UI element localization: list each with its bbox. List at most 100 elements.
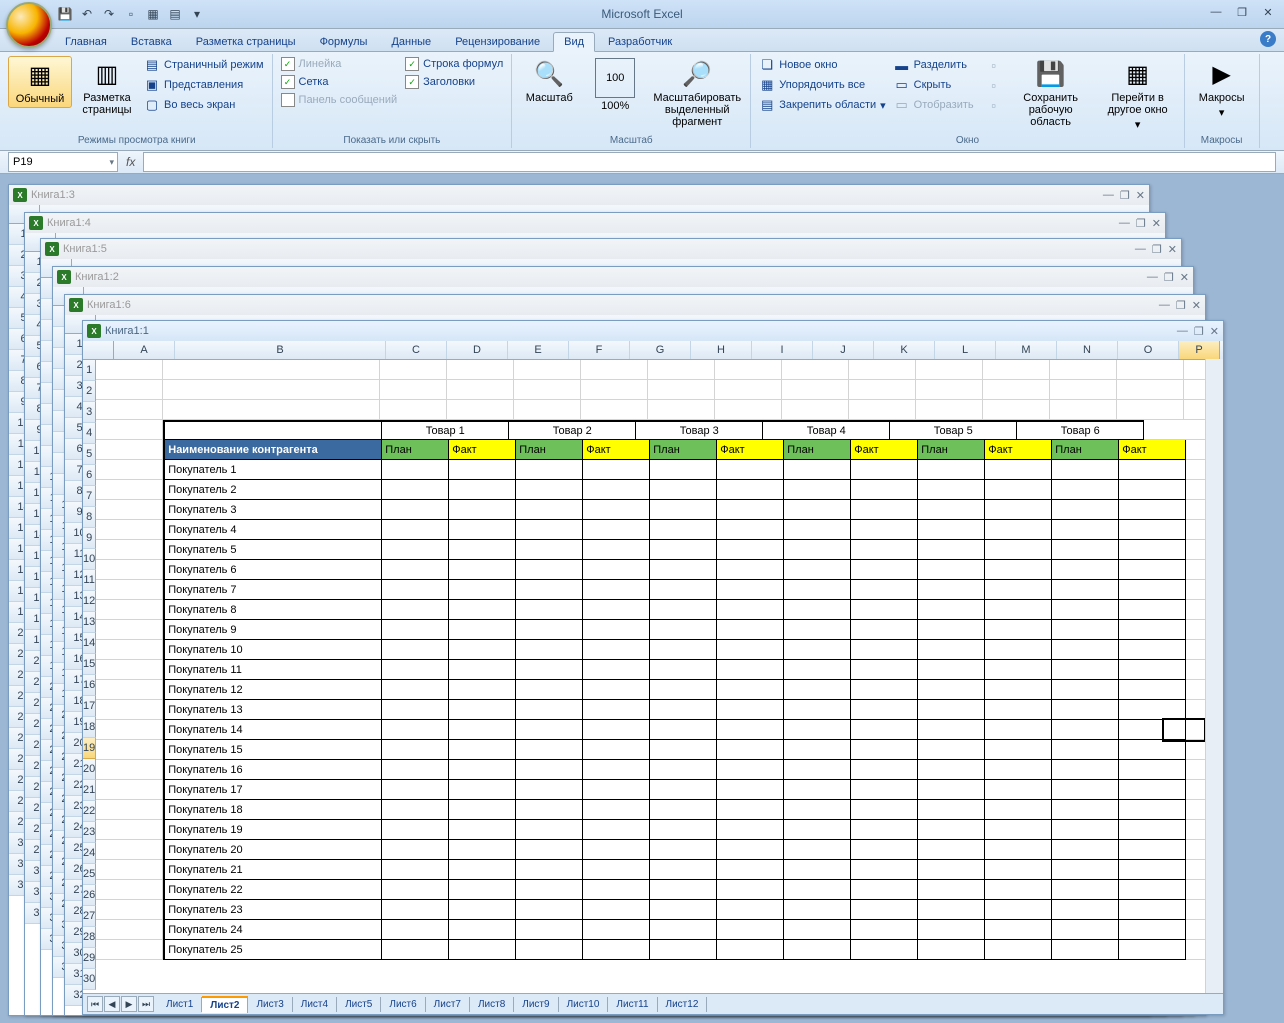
- cell[interactable]: [382, 580, 449, 600]
- cell[interactable]: [163, 380, 380, 400]
- cell[interactable]: [1052, 660, 1119, 680]
- row-header[interactable]: 2: [83, 381, 96, 402]
- cell[interactable]: [717, 860, 784, 880]
- cell[interactable]: Покупатель 13: [163, 700, 382, 720]
- cell[interactable]: [650, 460, 717, 480]
- cell[interactable]: [449, 820, 516, 840]
- cell[interactable]: [985, 620, 1052, 640]
- cell[interactable]: Покупатель 1: [163, 460, 382, 480]
- cell[interactable]: [382, 900, 449, 920]
- cell[interactable]: [784, 680, 851, 700]
- cell[interactable]: [983, 380, 1050, 400]
- cell[interactable]: [985, 740, 1052, 760]
- cell[interactable]: [1119, 820, 1186, 840]
- cell[interactable]: [918, 680, 985, 700]
- cell[interactable]: [1119, 480, 1186, 500]
- column-header[interactable]: I: [752, 341, 813, 359]
- sheet-tab[interactable]: Лист8: [470, 997, 514, 1012]
- cell[interactable]: [1052, 800, 1119, 820]
- cell[interactable]: [449, 780, 516, 800]
- ribbon-tab[interactable]: Вставка: [120, 32, 183, 51]
- row-header[interactable]: 23: [83, 822, 96, 843]
- cell[interactable]: Покупатель 5: [163, 540, 382, 560]
- cell[interactable]: [851, 680, 918, 700]
- cell[interactable]: [717, 800, 784, 820]
- cell[interactable]: [1119, 860, 1186, 880]
- row-header[interactable]: 1: [83, 360, 96, 381]
- cell[interactable]: [96, 900, 163, 920]
- cell[interactable]: [782, 400, 849, 420]
- cell[interactable]: [449, 580, 516, 600]
- cell[interactable]: [715, 400, 782, 420]
- cell[interactable]: [1052, 600, 1119, 620]
- cell[interactable]: [96, 540, 163, 560]
- row-header[interactable]: 18: [83, 717, 96, 738]
- cell[interactable]: [1052, 540, 1119, 560]
- cell[interactable]: [382, 700, 449, 720]
- cell[interactable]: Покупатель 15: [163, 740, 382, 760]
- cell[interactable]: [918, 920, 985, 940]
- cell[interactable]: [985, 940, 1052, 960]
- cell[interactable]: [851, 560, 918, 580]
- row-header[interactable]: 6: [83, 465, 96, 486]
- column-header[interactable]: G: [630, 341, 691, 359]
- cell[interactable]: [516, 720, 583, 740]
- cell[interactable]: [583, 920, 650, 940]
- cell[interactable]: [851, 640, 918, 660]
- cell[interactable]: [784, 620, 851, 640]
- cell[interactable]: [784, 760, 851, 780]
- cell[interactable]: [1052, 900, 1119, 920]
- cell[interactable]: [717, 700, 784, 720]
- qat-icon[interactable]: ▦: [144, 5, 162, 23]
- cell[interactable]: [784, 560, 851, 580]
- cell[interactable]: [717, 940, 784, 960]
- cell[interactable]: [918, 480, 985, 500]
- cell[interactable]: [1052, 460, 1119, 480]
- cell[interactable]: [583, 620, 650, 640]
- cell[interactable]: [717, 480, 784, 500]
- cell[interactable]: [918, 620, 985, 640]
- column-header[interactable]: F: [569, 341, 630, 359]
- cell[interactable]: [516, 580, 583, 600]
- cell[interactable]: [648, 380, 715, 400]
- cell[interactable]: [851, 600, 918, 620]
- cell[interactable]: [449, 920, 516, 940]
- cell[interactable]: [784, 600, 851, 620]
- cell[interactable]: [449, 880, 516, 900]
- cell[interactable]: [851, 660, 918, 680]
- cell[interactable]: [516, 880, 583, 900]
- cell[interactable]: [516, 860, 583, 880]
- cell[interactable]: [449, 480, 516, 500]
- cell[interactable]: [1119, 640, 1186, 660]
- cell[interactable]: [382, 800, 449, 820]
- cell[interactable]: [96, 460, 163, 480]
- cell[interactable]: [784, 640, 851, 660]
- sheet-tab[interactable]: Лист12: [658, 997, 708, 1012]
- cell[interactable]: [784, 660, 851, 680]
- close-button[interactable]: ✕: [1210, 325, 1219, 338]
- cell[interactable]: [918, 800, 985, 820]
- cell[interactable]: [784, 480, 851, 500]
- cell[interactable]: [717, 720, 784, 740]
- cell[interactable]: [985, 800, 1052, 820]
- cell[interactable]: [382, 660, 449, 680]
- cell[interactable]: [717, 600, 784, 620]
- cell[interactable]: Покупатель 19: [163, 820, 382, 840]
- cell[interactable]: Наименование контрагента: [163, 440, 382, 460]
- arrange-all-button[interactable]: ▦Упорядочить все: [757, 76, 887, 94]
- cell[interactable]: [918, 540, 985, 560]
- cell[interactable]: [1052, 840, 1119, 860]
- cell[interactable]: [516, 820, 583, 840]
- cell[interactable]: [449, 860, 516, 880]
- cell[interactable]: [1119, 520, 1186, 540]
- cell[interactable]: [918, 460, 985, 480]
- cell[interactable]: [516, 600, 583, 620]
- ribbon-tab[interactable]: Главная: [54, 32, 118, 51]
- cell[interactable]: [96, 940, 163, 960]
- cell[interactable]: [516, 760, 583, 780]
- cell[interactable]: Покупатель 11: [163, 660, 382, 680]
- cell[interactable]: [163, 360, 380, 380]
- cell[interactable]: [96, 860, 163, 880]
- cell[interactable]: [985, 460, 1052, 480]
- row-header[interactable]: 17: [83, 696, 96, 717]
